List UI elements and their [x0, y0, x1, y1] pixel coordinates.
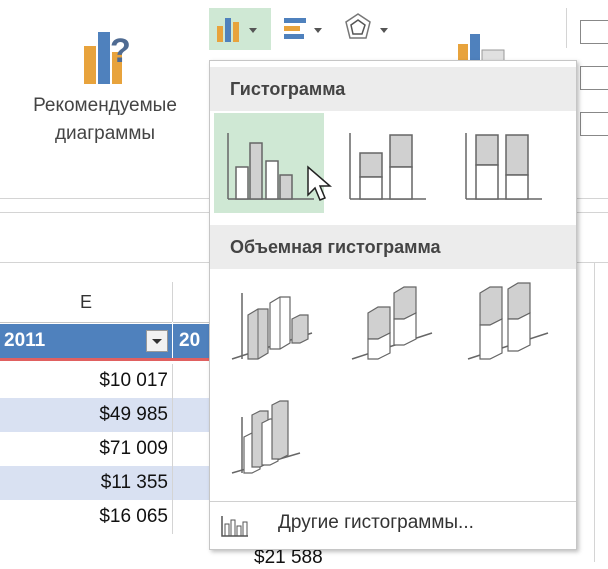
table-header-cell-next[interactable]: 20: [173, 324, 209, 358]
radar-chart-dropdown-button[interactable]: [340, 8, 400, 50]
column-chart-small-icon: [221, 516, 248, 537]
recommended-charts-icon: ?: [84, 32, 131, 84]
more-column-charts-label: Другие гистограммы...: [278, 512, 474, 533]
chevron-down-icon: [152, 339, 162, 344]
percent-stacked-column-option[interactable]: [450, 113, 560, 213]
3d-percent-stacked-column-option[interactable]: [450, 273, 560, 373]
svg-text:?: ?: [110, 32, 131, 70]
column-chart-icon: [217, 18, 257, 42]
column-divider: [172, 282, 173, 322]
ribbon-separator: [566, 8, 567, 48]
table-row[interactable]: $71 009: [0, 432, 210, 466]
column-chart-dropdown-button[interactable]: [209, 8, 271, 50]
3d-stacked-column-option[interactable]: [334, 273, 444, 373]
table-header-underline: [0, 358, 210, 361]
stacked-column-option[interactable]: [334, 113, 444, 213]
row-column-divider: [172, 364, 173, 534]
sparkline-winloss-icon[interactable]: [580, 112, 608, 136]
3d-clustered-column-option[interactable]: [214, 273, 324, 373]
partial-cell-value: $21 588: [254, 547, 323, 568]
clustered-column-option[interactable]: [214, 113, 333, 213]
table-header-cell-2011[interactable]: 2011: [0, 324, 172, 358]
filter-dropdown-button[interactable]: [146, 330, 168, 352]
section-header-column: Гистограмма: [210, 67, 576, 111]
column-header-label: E: [79, 292, 92, 312]
bar-chart-icon: [284, 18, 322, 39]
3d-column-icon: [231, 400, 301, 474]
3d-stacked-column-icon: [351, 286, 433, 360]
stacked-column-icon: [349, 133, 426, 200]
table-row[interactable]: $10 017: [0, 364, 210, 398]
mouse-cursor-icon: [307, 165, 333, 201]
recommended-charts-button[interactable]: ? Рекомендуемые диаграммы: [0, 10, 210, 180]
sparkline-line-icon[interactable]: [580, 20, 608, 44]
more-column-charts-link[interactable]: Другие гистограммы...: [210, 501, 576, 548]
grid-line: [594, 262, 595, 562]
radar-chart-icon: [345, 13, 388, 39]
table-header-next-label: 20: [179, 330, 201, 351]
table-row[interactable]: $16 065: [0, 500, 210, 534]
3d-clustered-column-icon: [231, 293, 313, 360]
table-row[interactable]: $11 355: [0, 466, 210, 500]
table-row[interactable]: $49 985: [0, 398, 210, 432]
section-header-3d-column: Объемная гистограмма: [210, 225, 576, 269]
table-header-label: 2011: [4, 330, 46, 351]
column-header-e[interactable]: E: [0, 282, 172, 323]
percent-stacked-column-icon: [465, 133, 542, 200]
bar-chart-dropdown-button[interactable]: [278, 8, 336, 50]
sparkline-column-icon[interactable]: [580, 66, 608, 90]
column-header-f[interactable]: [173, 282, 209, 323]
3d-percent-stacked-column-icon: [467, 282, 549, 360]
3d-column-option[interactable]: [214, 387, 324, 487]
column-chart-gallery: Гистограмма Объемная гистограмма Другие …: [209, 60, 577, 550]
recommended-charts-label: Рекомендуемые диаграммы: [33, 95, 177, 144]
